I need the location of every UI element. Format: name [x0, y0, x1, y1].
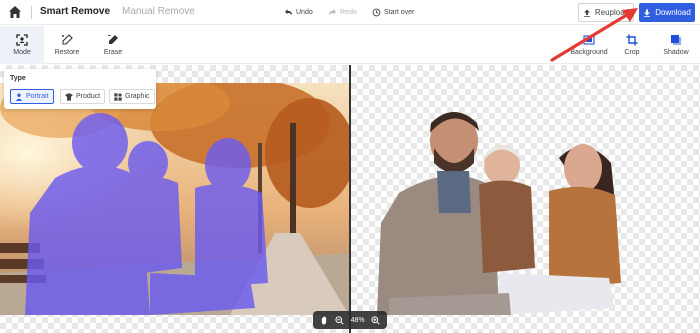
- zoom-out-icon[interactable]: [335, 315, 344, 325]
- result-preview-pane[interactable]: [351, 65, 700, 333]
- background-icon: [583, 35, 595, 45]
- tool-background[interactable]: Background: [568, 26, 610, 64]
- redo-button[interactable]: Redo: [328, 8, 357, 17]
- tool-shadow[interactable]: Shadow: [660, 26, 692, 64]
- tool-bar: Mode Restore Erase Background Crop Shado…: [0, 26, 700, 64]
- tool-crop[interactable]: Crop: [620, 26, 644, 64]
- zoom-control: 48%: [313, 311, 387, 329]
- redo-label: Redo: [340, 9, 357, 16]
- start-over-button[interactable]: Start over: [372, 8, 414, 17]
- focus-frame-icon: [16, 34, 28, 46]
- tool-shadow-label: Shadow: [663, 49, 689, 56]
- type-option-portrait[interactable]: Portrait: [10, 89, 54, 104]
- restore-brush-icon: [62, 34, 73, 45]
- hand-icon[interactable]: [320, 316, 329, 325]
- start-over-label: Start over: [384, 9, 415, 16]
- upload-icon: [583, 9, 590, 17]
- person-icon: [15, 93, 23, 101]
- cutout-result: [377, 112, 621, 315]
- type-option-portrait-label: Portrait: [26, 93, 49, 100]
- type-option-graphic[interactable]: Graphic: [109, 89, 155, 104]
- shirt-icon: [65, 93, 73, 101]
- erase-brush-icon: [108, 35, 118, 44]
- tool-erase[interactable]: Erase: [100, 26, 126, 64]
- tool-mode-label: Mode: [13, 49, 31, 56]
- download-icon: [644, 9, 651, 17]
- zoom-in-icon[interactable]: [371, 315, 380, 325]
- reupload-button[interactable]: Reupload: [578, 3, 634, 22]
- reupload-label: Reupload: [594, 8, 630, 17]
- history-icon: [372, 8, 381, 17]
- redo-icon: [328, 9, 337, 16]
- undo-label: Undo: [296, 9, 313, 16]
- tool-erase-label: Erase: [103, 49, 123, 56]
- home-icon[interactable]: [8, 5, 22, 19]
- zoom-level: 48%: [350, 316, 365, 324]
- tab-manual-remove[interactable]: Manual Remove: [122, 6, 195, 17]
- type-panel: Type Portrait Product Graphic: [4, 69, 156, 109]
- tab-smart-remove[interactable]: Smart Remove: [40, 6, 110, 17]
- undo-button[interactable]: Undo: [284, 8, 313, 17]
- type-option-graphic-label: Graphic: [125, 93, 150, 100]
- tool-restore[interactable]: Restore: [52, 26, 82, 64]
- original-photo: [0, 83, 349, 315]
- download-label: Download: [655, 8, 691, 17]
- top-bar: Smart Remove Manual Remove Undo Redo Sta…: [0, 0, 700, 25]
- tool-background-label: Background: [570, 49, 608, 56]
- type-panel-title: Type: [10, 75, 26, 82]
- tool-crop-label: Crop: [624, 49, 640, 56]
- shadow-icon: [671, 35, 681, 45]
- shapes-icon: [114, 92, 122, 101]
- type-option-product[interactable]: Product: [60, 89, 106, 104]
- tool-restore-label: Restore: [54, 49, 80, 56]
- undo-icon: [284, 9, 293, 16]
- header-divider: [31, 6, 32, 19]
- crop-icon: [626, 34, 638, 46]
- download-button[interactable]: Download: [639, 3, 695, 22]
- tool-mode[interactable]: Mode: [0, 26, 44, 64]
- type-option-product-label: Product: [76, 93, 101, 100]
